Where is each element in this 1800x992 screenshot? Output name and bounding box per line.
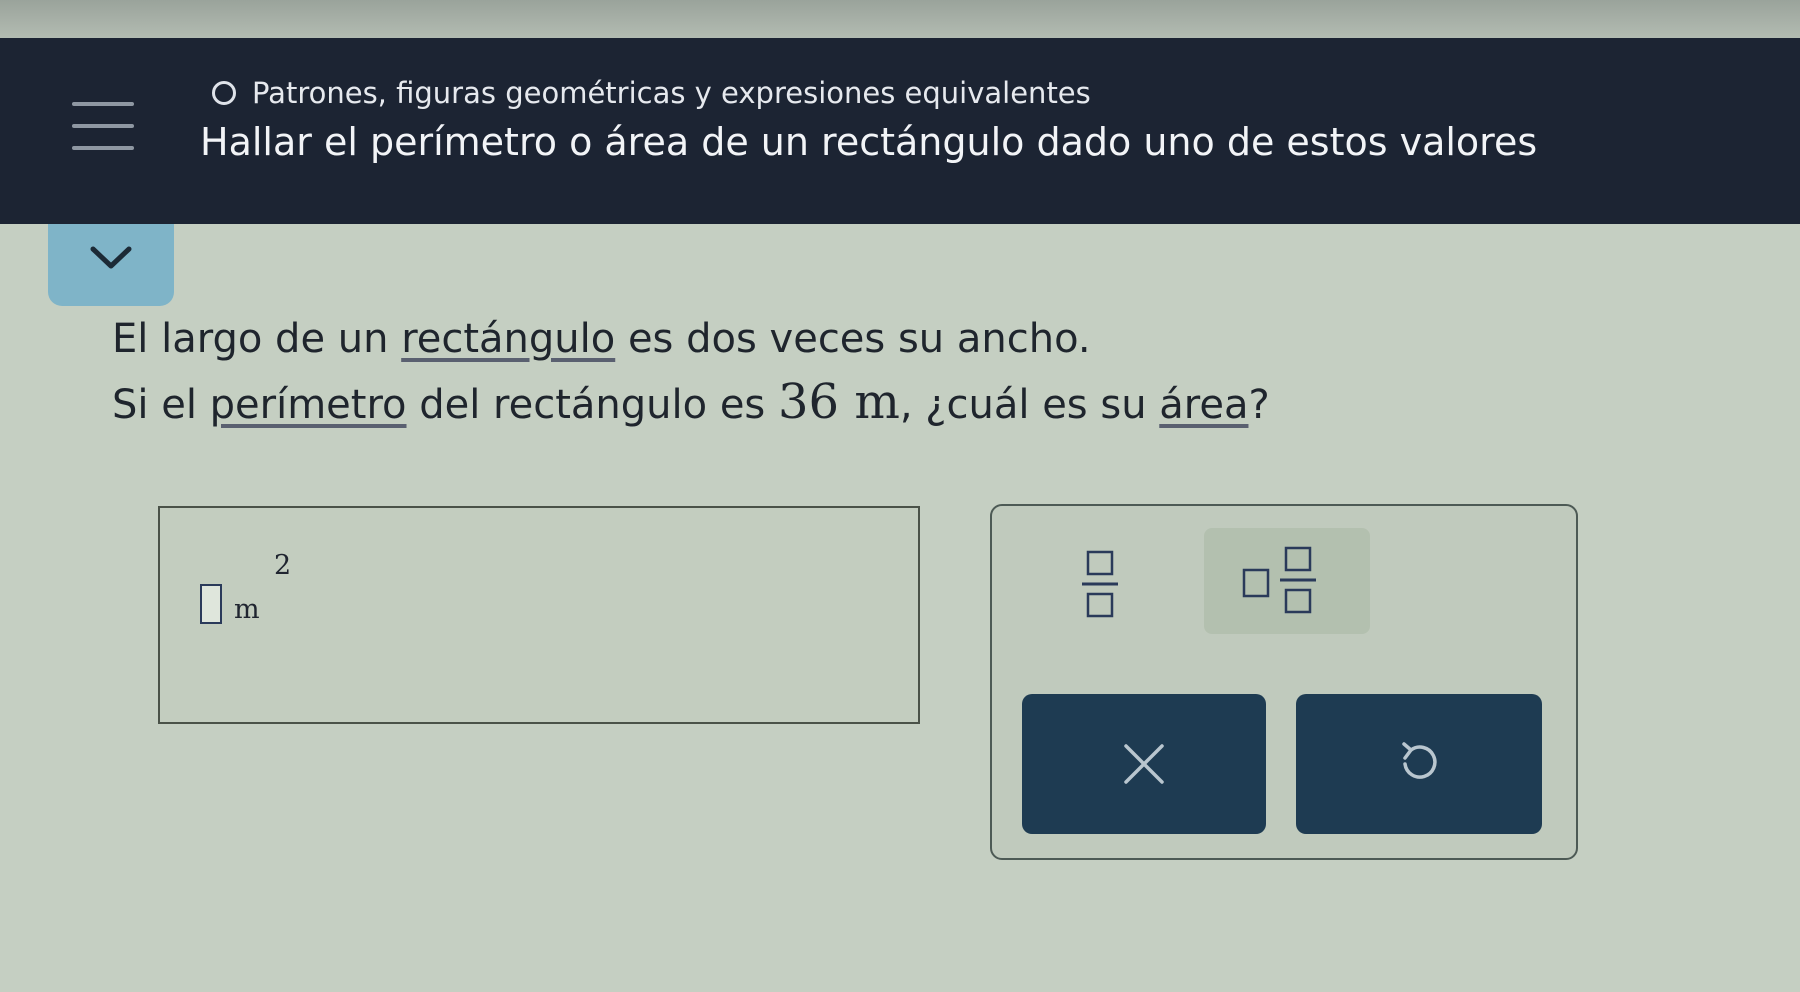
fraction-button[interactable] [1048, 538, 1150, 630]
perimetro-link[interactable]: perímetro [210, 382, 407, 428]
menu-icon[interactable] [72, 102, 134, 156]
clear-button[interactable] [1022, 694, 1266, 834]
answer-input[interactable] [200, 584, 222, 624]
chevron-down-icon [90, 246, 132, 269]
undo-icon [1402, 742, 1437, 779]
radio-circle-icon [212, 81, 236, 105]
question-text: del rectángulo es [406, 382, 778, 428]
perimeter-value: 36 m [777, 374, 900, 430]
page-title: Hallar el perímetro o área de un rectáng… [200, 120, 1538, 164]
mixed-number-icon [1242, 546, 1316, 614]
undo-button[interactable] [1296, 694, 1542, 834]
mixed-number-button[interactable] [1204, 528, 1370, 634]
topic-label: Patrones, figuras geométricas y expresio… [252, 76, 1091, 110]
topic-breadcrumb: Patrones, figuras geométricas y expresio… [212, 76, 1091, 110]
fraction-icon [1082, 550, 1118, 618]
question-text: Si el [112, 382, 210, 428]
collapse-tab[interactable] [48, 224, 174, 306]
question-text: , ¿cuál es su [899, 382, 1160, 428]
area-link[interactable]: área [1159, 382, 1248, 428]
question-text: El largo de un [112, 316, 402, 362]
answer-input-area[interactable]: m 2 [158, 506, 920, 724]
math-keypad [990, 504, 1578, 860]
question-line-2: Si el perímetro del rectángulo es 36 m, … [112, 374, 1270, 430]
browser-strip [0, 0, 1800, 40]
question-line-1: El largo de un rectángulo es dos veces s… [112, 316, 1091, 362]
x-icon [1124, 744, 1164, 784]
unit-label: m [234, 594, 260, 625]
question-text: ? [1248, 382, 1270, 428]
question-text: es dos veces su ancho. [615, 316, 1091, 362]
unit-exponent: 2 [274, 550, 292, 581]
rectangulo-link[interactable]: rectángulo [401, 316, 615, 362]
